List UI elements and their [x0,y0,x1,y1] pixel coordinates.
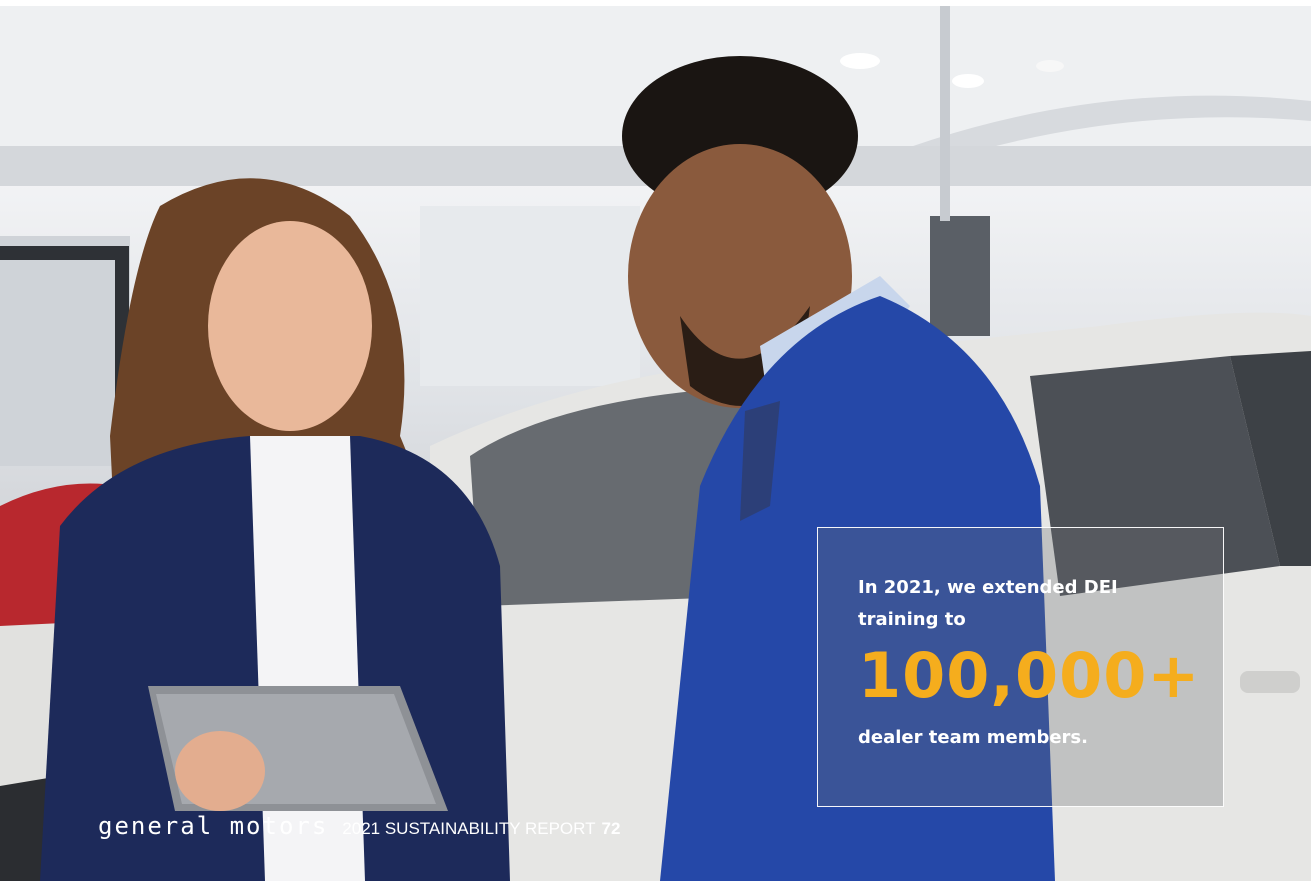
callout-lead-text: In 2021, we extended DEI training to [858,577,1118,630]
brand-wordmark: general motors [98,812,329,840]
window-frame [0,246,125,260]
page-footer: general motors 2021 SUSTAINABILITY REPOR… [98,812,620,840]
report-page: In 2021, we extended DEI training to 100… [0,0,1311,881]
window-center [420,206,640,386]
ceiling-light [1036,60,1064,72]
window-left [0,236,130,466]
ceiling-light [840,53,880,69]
ceiling-post [940,6,950,221]
page-number: 72 [601,819,621,838]
ceiling-light [952,74,984,88]
pillar [930,216,990,336]
woman-face [208,221,372,431]
dei-training-callout: In 2021, we extended DEI training to 100… [817,527,1224,807]
report-title: 2021 SUSTAINABILITY REPORT [342,819,596,838]
callout-tail-text: dealer team members. [858,727,1088,748]
woman-hand [175,731,265,811]
callout-figure: 100,000+ [858,639,1201,712]
door-handle [1240,671,1300,693]
